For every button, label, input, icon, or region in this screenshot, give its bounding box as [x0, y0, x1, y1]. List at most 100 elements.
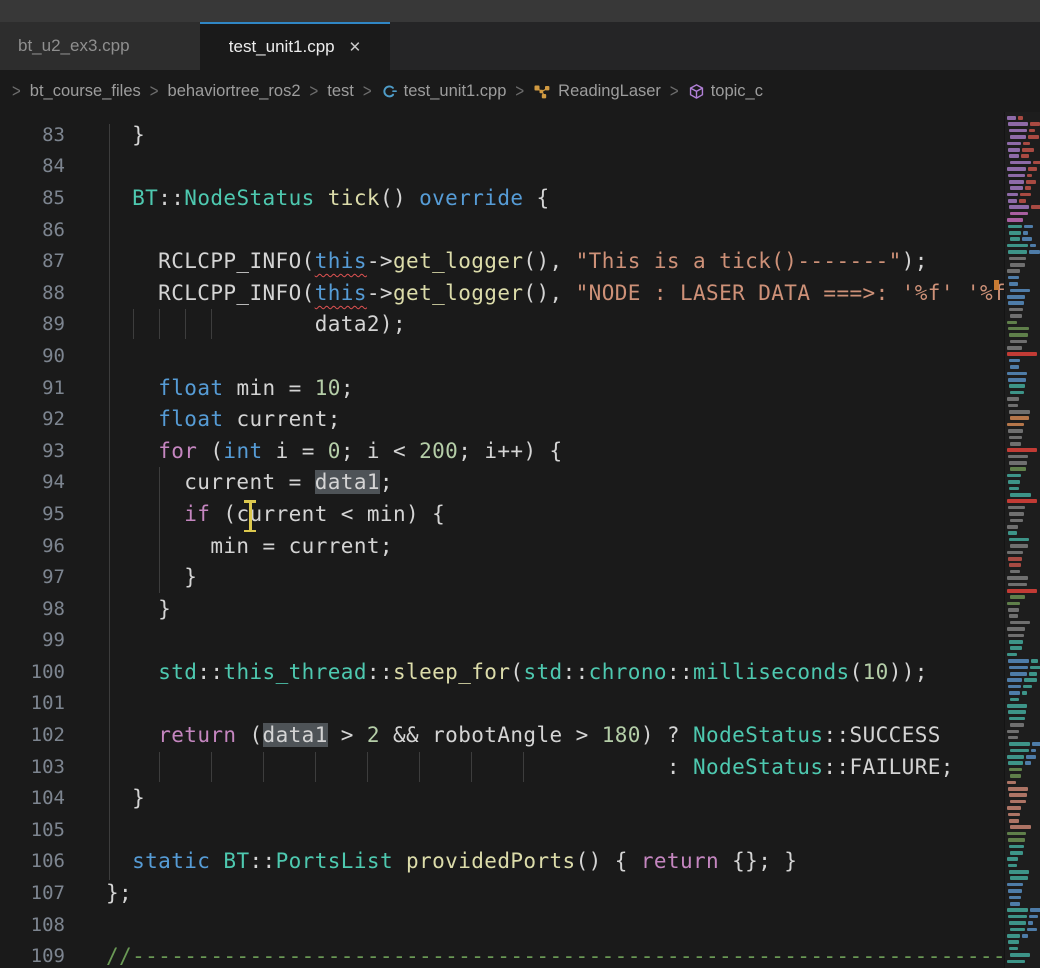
line-number: 101 — [0, 692, 65, 714]
editor-tab-bar: bt_u2_ex3.cpp test_unit1.cpp ✕ — [0, 22, 1040, 70]
code-line: 101 — [0, 688, 1040, 720]
code-line: 97 } — [0, 561, 1040, 593]
breadcrumb-item-folder[interactable]: test — [327, 82, 354, 101]
code-line: 104 } — [0, 782, 1040, 814]
chevron-right-icon: > — [310, 80, 319, 101]
line-number: 93 — [0, 440, 65, 462]
code-line: 99 — [0, 625, 1040, 657]
line-number: 107 — [0, 882, 65, 904]
code-text: current = data1; — [106, 470, 393, 494]
line-number: 105 — [0, 819, 65, 841]
chevron-right-icon: > — [12, 80, 21, 101]
line-number: 94 — [0, 471, 65, 493]
code-text: float current; — [106, 407, 341, 431]
code-line: 95 if (current < min) { — [0, 498, 1040, 530]
code-line: 106 static BT::PortsList providedPorts()… — [0, 846, 1040, 878]
code-line: 102 return (data1 > 2 && robotAngle > 18… — [0, 719, 1040, 751]
code-editor[interactable]: 83 }8485 BT::NodeStatus tick() override … — [0, 112, 1040, 968]
code-text: } — [106, 597, 171, 621]
code-line: 91 float min = 10; — [0, 372, 1040, 404]
code-lines: 83 }8485 BT::NodeStatus tick() override … — [0, 119, 1040, 968]
line-number: 86 — [0, 219, 65, 241]
code-text: min = current; — [106, 534, 393, 558]
code-text: } — [106, 565, 197, 589]
code-line: 105 — [0, 814, 1040, 846]
class-icon — [533, 83, 552, 100]
line-number: 95 — [0, 503, 65, 525]
tab-label: bt_u2_ex3.cpp — [18, 36, 130, 56]
line-number: 88 — [0, 282, 65, 304]
code-text: for (int i = 0; i < 200; i++) { — [106, 439, 563, 463]
breadcrumb-item-class[interactable]: ReadingLaser — [533, 82, 661, 101]
chevron-right-icon: > — [150, 80, 159, 101]
code-text: std::this_thread::sleep_for(std::chrono:… — [106, 660, 928, 684]
line-number: 90 — [0, 345, 65, 367]
code-text: RCLCPP_INFO(this->get_logger(), "This is… — [106, 249, 928, 273]
breadcrumb-item-method[interactable]: topic_c — [688, 82, 763, 101]
tab-label: test_unit1.cpp — [229, 37, 335, 57]
code-text: return (data1 > 2 && robotAngle > 180) ?… — [106, 723, 941, 747]
code-line: 89 data2); — [0, 309, 1040, 341]
code-text: //--------------------------------------… — [106, 944, 1040, 968]
code-text: } — [106, 786, 145, 810]
code-text: data2); — [106, 312, 406, 336]
breadcrumb-item-folder[interactable]: bt_course_files — [30, 82, 141, 101]
minimap-line — [1005, 959, 1040, 965]
code-line: 98 } — [0, 593, 1040, 625]
code-line: 103 : NodeStatus::FAILURE; — [0, 751, 1040, 783]
line-number: 92 — [0, 408, 65, 430]
line-number: 106 — [0, 850, 65, 872]
chevron-right-icon: > — [363, 80, 372, 101]
code-text: RCLCPP_INFO(this->get_logger(), "NODE : … — [106, 281, 1032, 305]
code-line: 88 RCLCPP_INFO(this->get_logger(), "NODE… — [0, 277, 1040, 309]
code-line: 96 min = current; — [0, 530, 1040, 562]
line-number: 109 — [0, 945, 65, 967]
code-text: } — [106, 123, 145, 147]
breadcrumb-item-folder[interactable]: behaviortree_ros2 — [168, 82, 301, 101]
window-titlebar — [0, 0, 1040, 22]
code-line: 85 BT::NodeStatus tick() override { — [0, 182, 1040, 214]
line-number: 96 — [0, 535, 65, 557]
line-number: 108 — [0, 914, 65, 936]
chevron-right-icon: > — [670, 80, 679, 101]
line-number: 83 — [0, 124, 65, 146]
code-text: BT::NodeStatus tick() override { — [106, 186, 550, 210]
text-cursor-icon — [243, 500, 257, 532]
minimap[interactable] — [1004, 112, 1040, 968]
line-number: 103 — [0, 756, 65, 778]
code-text: : NodeStatus::FAILURE; — [106, 755, 954, 779]
tab-bt-u2-ex3[interactable]: bt_u2_ex3.cpp — [0, 22, 200, 70]
line-number: 98 — [0, 598, 65, 620]
code-line: 84 — [0, 151, 1040, 183]
code-line: 87 RCLCPP_INFO(this->get_logger(), "This… — [0, 245, 1040, 277]
line-number: 100 — [0, 661, 65, 683]
code-text: }; — [106, 881, 132, 905]
line-number: 89 — [0, 313, 65, 335]
code-line: 90 — [0, 340, 1040, 372]
breadcrumb-item-file[interactable]: test_unit1.cpp — [381, 82, 507, 101]
breadcrumb: > bt_course_files > behaviortree_ros2 > … — [0, 70, 1040, 112]
close-icon[interactable]: ✕ — [349, 40, 362, 55]
tab-test-unit1[interactable]: test_unit1.cpp ✕ — [200, 22, 390, 70]
code-line: 93 for (int i = 0; i < 200; i++) { — [0, 435, 1040, 467]
code-text: if (current < min) { — [106, 502, 445, 526]
line-number: 99 — [0, 629, 65, 651]
code-line: 108 — [0, 909, 1040, 941]
code-line: 100 std::this_thread::sleep_for(std::chr… — [0, 656, 1040, 688]
line-number: 97 — [0, 566, 65, 588]
code-text: static BT::PortsList providedPorts() { r… — [106, 849, 797, 873]
line-number: 104 — [0, 787, 65, 809]
line-number: 102 — [0, 724, 65, 746]
code-line: 92 float current; — [0, 403, 1040, 435]
code-line: 83 } — [0, 119, 1040, 151]
line-number: 87 — [0, 250, 65, 272]
code-text: float min = 10; — [106, 376, 354, 400]
code-line: 86 — [0, 214, 1040, 246]
chevron-right-icon: > — [515, 80, 524, 101]
overview-ruler-warning-marker — [994, 280, 999, 290]
cpp-file-icon — [381, 83, 398, 100]
code-line: 94 current = data1; — [0, 467, 1040, 499]
method-cube-icon — [688, 83, 705, 100]
code-line: 107}; — [0, 877, 1040, 909]
line-number: 85 — [0, 187, 65, 209]
